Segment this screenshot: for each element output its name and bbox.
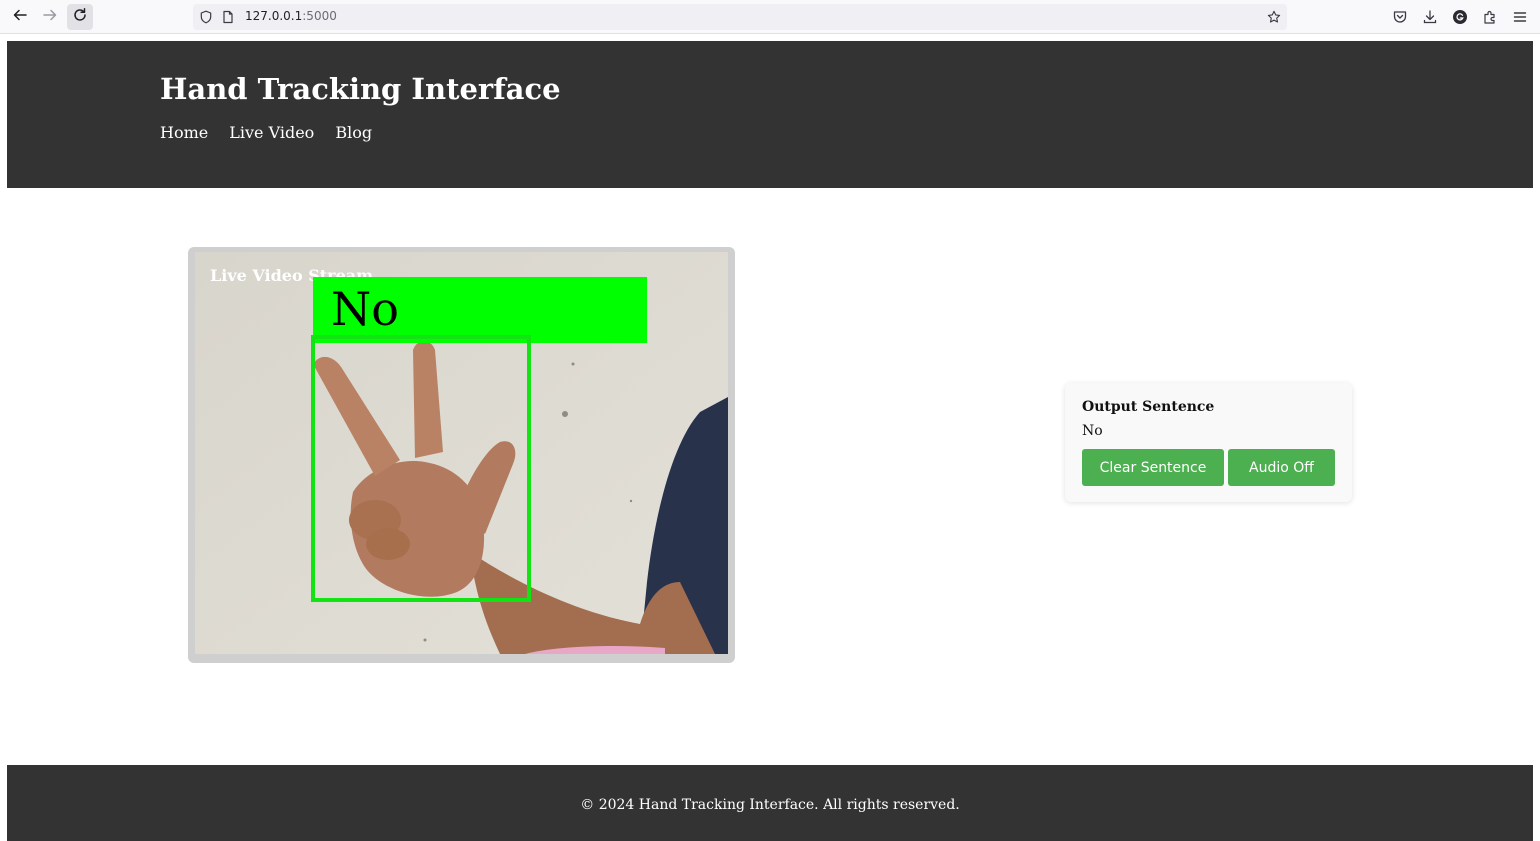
download-icon[interactable] (1421, 8, 1439, 26)
output-title: Output Sentence (1082, 399, 1215, 415)
reload-button[interactable] (67, 4, 93, 30)
url-host: 127.0.0.1 (245, 9, 303, 23)
audio-toggle-button[interactable]: Audio Off (1228, 449, 1335, 486)
nav-blog-link[interactable]: Blog (335, 123, 372, 142)
url-text: 127.0.0.1:5000 (245, 9, 337, 23)
video-stream: Live Video Stream No (195, 252, 728, 654)
site-footer: © 2024 Hand Tracking Interface. All righ… (7, 765, 1533, 841)
output-sentence-text: No (1082, 423, 1103, 439)
shield-icon[interactable] (198, 9, 214, 25)
star-icon[interactable] (1266, 9, 1282, 25)
clear-sentence-button[interactable]: Clear Sentence (1082, 449, 1224, 486)
main-nav: Home Live Video Blog (160, 123, 372, 142)
forward-arrow-icon (42, 7, 58, 27)
url-port: :5000 (302, 9, 337, 23)
site-header: Hand Tracking Interface Home Live Video … (7, 41, 1533, 188)
footer-copyright: © 2024 Hand Tracking Interface. All righ… (580, 797, 960, 813)
pocket-icon[interactable] (1391, 8, 1409, 26)
nav-live-video-link[interactable]: Live Video (229, 123, 314, 142)
menu-icon[interactable] (1511, 8, 1529, 26)
nav-home-link[interactable]: Home (160, 123, 208, 142)
address-bar[interactable]: 127.0.0.1:5000 (193, 4, 1287, 30)
account-icon[interactable] (1451, 8, 1469, 26)
page-icon[interactable] (220, 9, 236, 25)
detection-label-text: No (331, 282, 399, 336)
back-arrow-icon (12, 7, 28, 27)
back-button[interactable] (7, 4, 33, 30)
output-panel: Output Sentence No Clear Sentence Audio … (1065, 383, 1352, 502)
video-container: Live Video Stream No (188, 247, 735, 663)
site-title: Hand Tracking Interface (160, 72, 561, 106)
reload-icon (72, 7, 88, 27)
extensions-icon[interactable] (1481, 8, 1499, 26)
forward-button[interactable] (37, 4, 63, 30)
detection-label-banner: No (313, 277, 647, 343)
browser-toolbar: 127.0.0.1:5000 (0, 0, 1540, 34)
hand-bounding-box (311, 335, 531, 602)
